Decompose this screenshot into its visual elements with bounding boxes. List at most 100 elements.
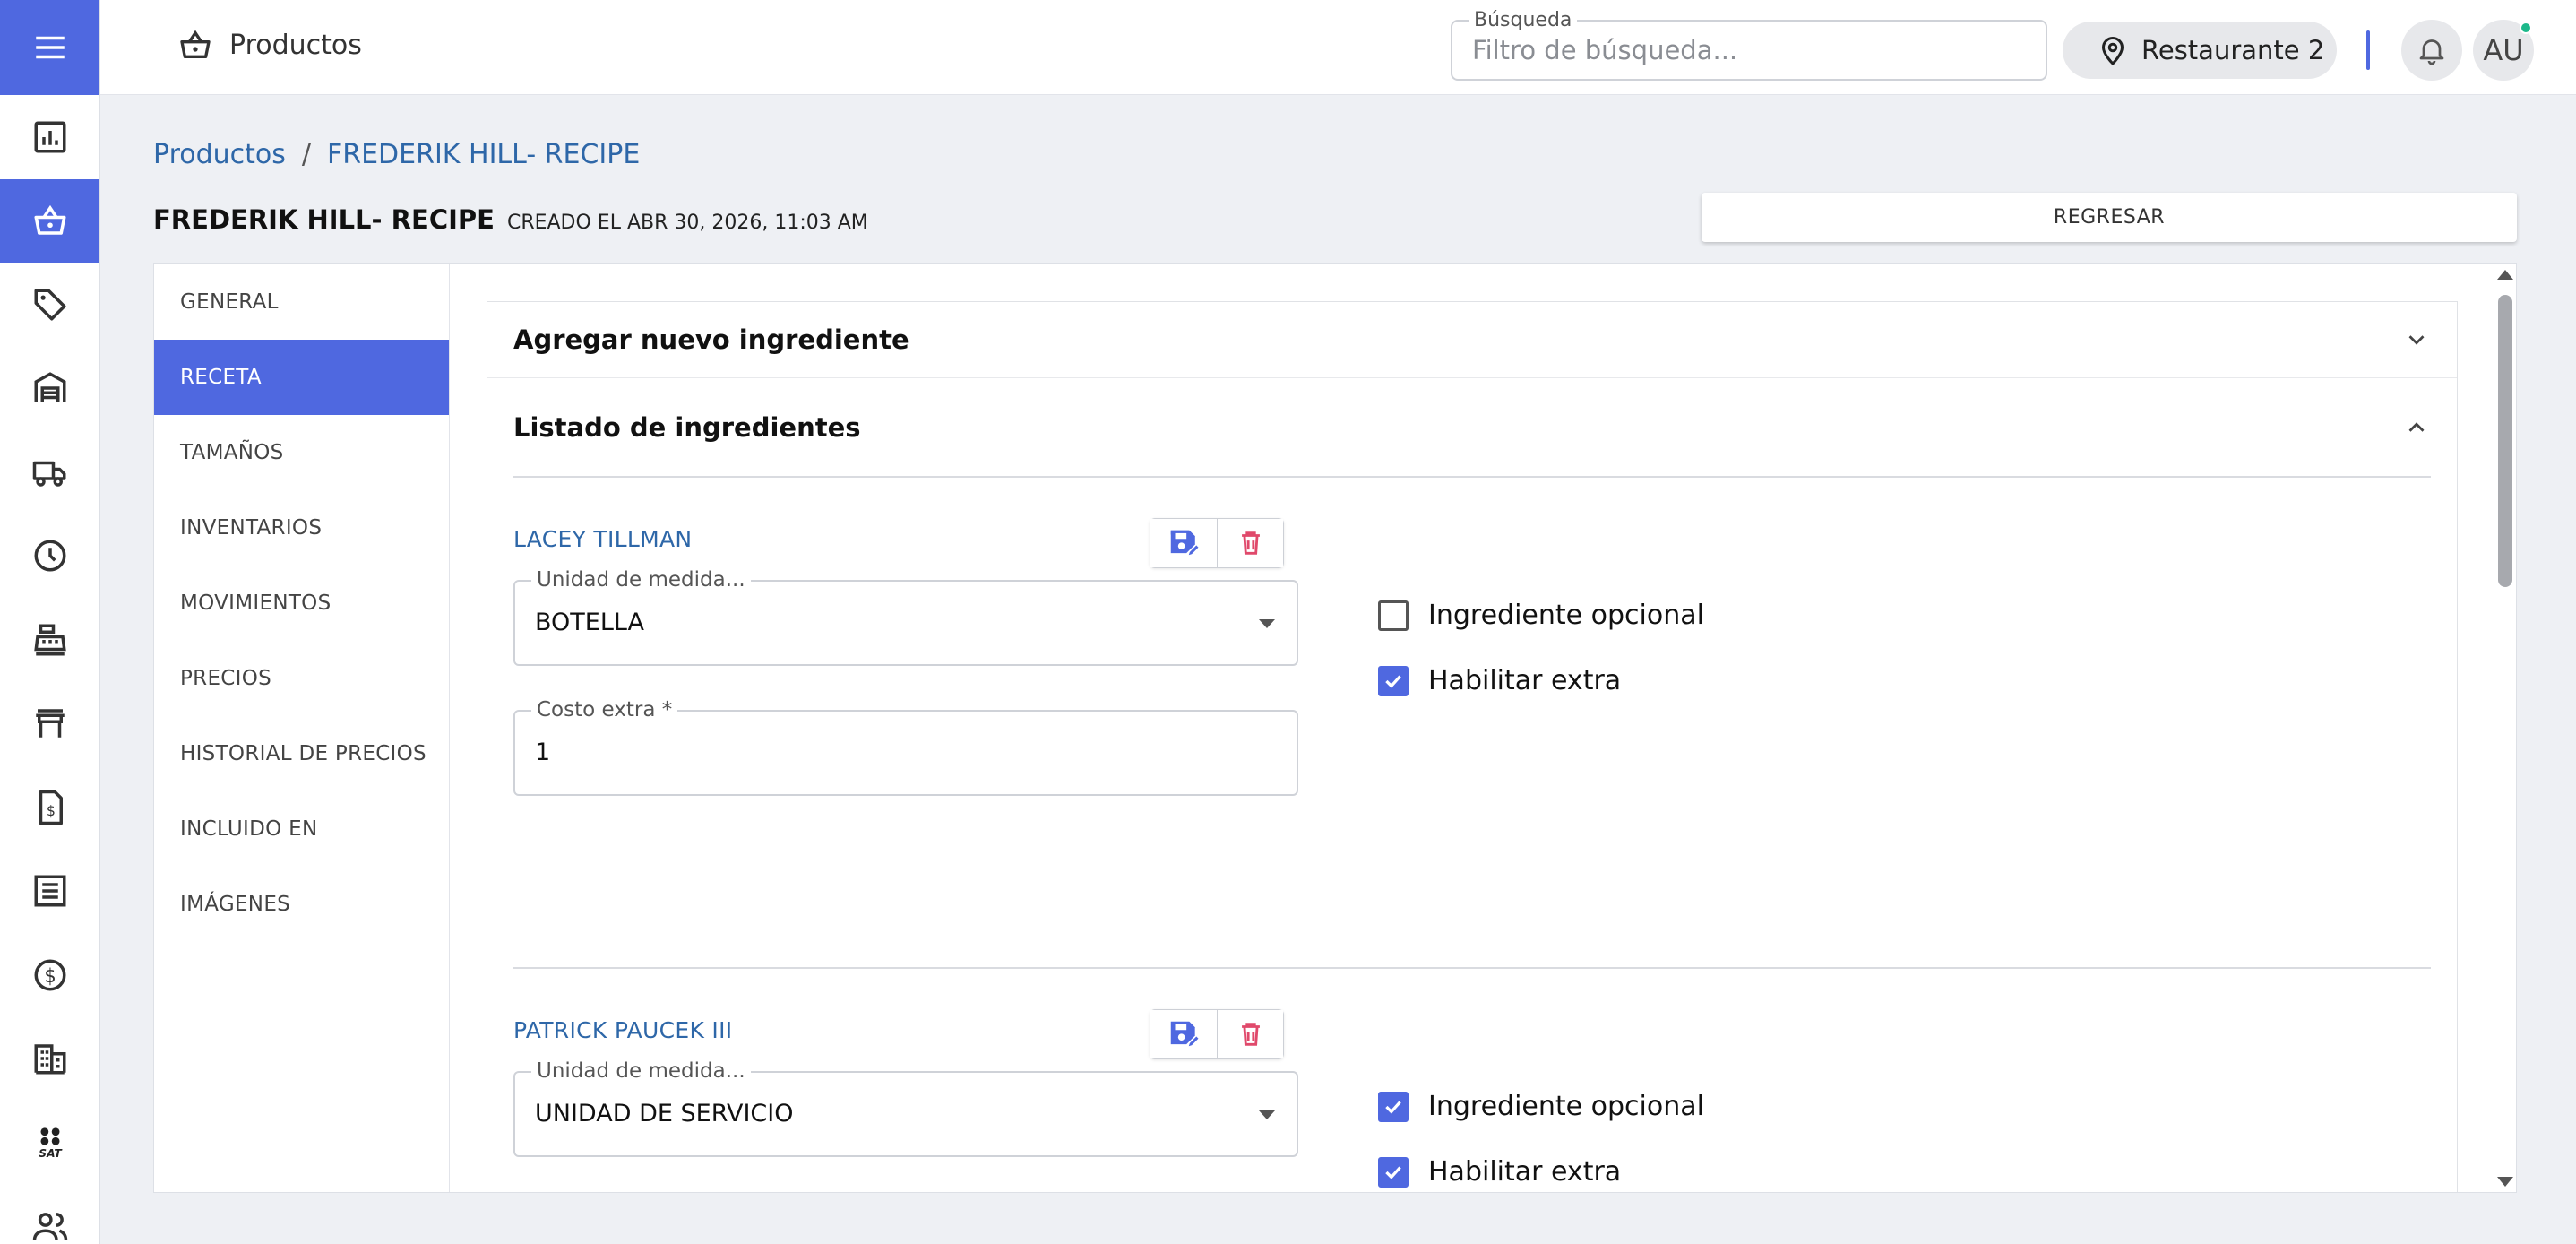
nav-delivery[interactable]: [0, 430, 99, 514]
breadcrumb: Productos / FREDERIK HILL- RECIPE: [153, 139, 640, 170]
chevron-up-icon: [2408, 421, 2425, 432]
scroll-down-icon[interactable]: [2497, 1177, 2513, 1187]
ingredient-list-accordion[interactable]: Listado de ingredientes: [487, 377, 2457, 476]
svg-text:$: $: [46, 802, 55, 819]
page-header: FREDERIK HILL- RECIPE CREADO EL ABR 30, …: [153, 204, 868, 235]
chart-icon: [34, 121, 65, 153]
clock-icon: [34, 540, 65, 572]
checkbox-checked-icon: [1378, 1091, 1409, 1122]
save-edit-icon: [1170, 530, 1201, 557]
tab-price-history[interactable]: HISTORIAL DE PRECIOS: [154, 716, 449, 791]
nav-register[interactable]: [0, 598, 99, 682]
nav-dashboard[interactable]: [0, 95, 99, 179]
extra-cost-field[interactable]: Costo extra * 1: [513, 698, 1298, 796]
extra-cost-label: Costo extra *: [531, 698, 678, 721]
truck-icon: [32, 461, 65, 487]
trash-icon: [1241, 1023, 1260, 1046]
optional-checkbox[interactable]: Ingrediente opcional: [1378, 600, 1704, 631]
topbar-divider: [2366, 30, 2370, 70]
nav-payments[interactable]: $: [0, 933, 99, 1017]
nav-invoices[interactable]: $: [0, 765, 99, 850]
basket-icon: [34, 205, 65, 235]
enable-extra-label: Habilitar extra: [1428, 1156, 1622, 1188]
recipe-content: Agregar nuevo ingrediente Listado de ing…: [487, 301, 2458, 1192]
breadcrumb-separator: /: [301, 139, 311, 170]
bell-icon: [2419, 39, 2444, 65]
notifications-button[interactable]: [2401, 20, 2462, 81]
page-title: FREDERIK HILL- RECIPE: [153, 204, 495, 235]
location-selector[interactable]: Restaurante 2: [2063, 22, 2337, 79]
extra-cost-value: 1: [535, 739, 551, 766]
tab-sizes[interactable]: TAMAÑOS: [154, 415, 449, 490]
optional-checkbox[interactable]: Ingrediente opcional: [1378, 1091, 1704, 1122]
scrollbar[interactable]: [2493, 264, 2516, 1192]
enable-extra-checkbox[interactable]: Habilitar extra: [1378, 1156, 1621, 1188]
basket-icon: [180, 30, 211, 58]
table-icon: [35, 709, 65, 738]
add-ingredient-title: Agregar nuevo ingrediente: [513, 324, 909, 355]
tab-prices[interactable]: PRECIOS: [154, 641, 449, 716]
product-panel: GENERAL RECETA TAMAÑOS INVENTARIOS MOVIM…: [153, 263, 2517, 1193]
list-icon: [34, 875, 65, 907]
enable-extra-checkbox[interactable]: Habilitar extra: [1378, 665, 1621, 696]
map-pin-icon: [2101, 37, 2124, 66]
top-bar: Productos Búsqueda Restaurante 2 AU: [100, 0, 2576, 95]
dollar-icon: $: [34, 959, 65, 991]
ingredient-name: PATRICK PAUCEK III: [513, 1017, 733, 1043]
save-ingredient-button[interactable]: [1150, 519, 1217, 567]
scroll-up-icon[interactable]: [2497, 270, 2513, 280]
delete-ingredient-button[interactable]: [1217, 1010, 1283, 1058]
scroll-thumb[interactable]: [2498, 295, 2512, 587]
nav-tables[interactable]: [0, 682, 99, 766]
ingredient-actions: [1150, 518, 1284, 568]
ingredient-actions: [1150, 1009, 1284, 1059]
breadcrumb-current[interactable]: FREDERIK HILL- RECIPE: [327, 139, 640, 170]
dropdown-arrow-icon: [1259, 619, 1275, 628]
svg-text:SAT: SAT: [39, 1147, 63, 1160]
warehouse-icon: [34, 372, 65, 402]
nav-branches[interactable]: [0, 1017, 99, 1101]
tab-general[interactable]: GENERAL: [154, 264, 449, 340]
unit-label: Unidad de medida...: [531, 568, 751, 592]
app-title: Productos: [177, 27, 362, 63]
tab-movements[interactable]: MOVIMIENTOS: [154, 566, 449, 641]
nav-users[interactable]: [0, 1185, 99, 1244]
add-ingredient-accordion[interactable]: Agregar nuevo ingrediente: [487, 302, 2457, 377]
delete-ingredient-button[interactable]: [1217, 519, 1283, 567]
menu-button[interactable]: [0, 0, 99, 95]
nav-tags[interactable]: [0, 263, 99, 347]
tab-images[interactable]: IMÁGENES: [154, 867, 449, 942]
avatar[interactable]: AU: [2473, 20, 2534, 81]
checkbox-checked-icon: [1378, 1156, 1409, 1188]
invoice-icon: $: [39, 790, 63, 825]
location-label: Restaurante 2: [2141, 35, 2325, 65]
enable-extra-label: Habilitar extra: [1428, 665, 1622, 696]
nav-products[interactable]: [0, 178, 99, 263]
nav-sat[interactable]: SAT: [0, 1101, 99, 1185]
nav-warehouse[interactable]: [0, 347, 99, 431]
ingredient-card: PATRICK PAUCEK III Unidad de medida... U…: [487, 969, 2457, 1192]
tab-included-in[interactable]: INCLUIDO EN: [154, 791, 449, 867]
tag-icon: [34, 289, 65, 321]
unit-label: Unidad de medida...: [531, 1059, 751, 1083]
back-button[interactable]: REGRESAR: [1702, 193, 2517, 242]
side-rail: $ $ SAT: [0, 0, 100, 1244]
app-title-text: Productos: [229, 29, 362, 61]
tab-recipe[interactable]: RECETA: [154, 340, 449, 415]
save-edit-icon: [1170, 1021, 1201, 1049]
unit-select[interactable]: Unidad de medida... UNIDAD DE SERVICIO: [513, 1059, 1298, 1157]
tab-inventories[interactable]: INVENTARIOS: [154, 490, 449, 566]
unit-value: UNIDAD DE SERVICIO: [535, 1100, 794, 1127]
nav-history[interactable]: [0, 514, 99, 599]
breadcrumb-products[interactable]: Productos: [153, 139, 286, 170]
checkbox-unchecked-icon: [1378, 600, 1409, 631]
svg-text:$: $: [44, 965, 56, 987]
unit-select[interactable]: Unidad de medida... BOTELLA: [513, 568, 1298, 666]
save-ingredient-button[interactable]: [1150, 1010, 1217, 1058]
cash-register-icon: [33, 624, 66, 656]
trash-icon: [1241, 531, 1260, 555]
created-date: CREADO EL ABR 30, 2026, 11:03 AM: [506, 212, 868, 234]
section-tabs: GENERAL RECETA TAMAÑOS INVENTARIOS MOVIM…: [154, 264, 450, 1192]
nav-reports[interactable]: [0, 850, 99, 934]
search-label: Búsqueda: [1469, 9, 1578, 31]
